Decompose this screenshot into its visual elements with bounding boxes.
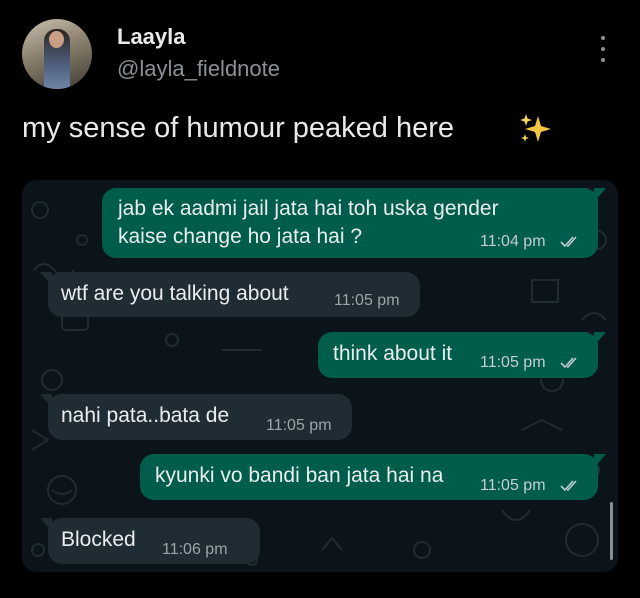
- message-text: kaise change ho jata hai ?: [118, 225, 363, 248]
- tweet-text: my sense of humour peaked here: [22, 112, 455, 144]
- message-time: 11:04 pm: [480, 233, 546, 250]
- read-receipt-icon: [560, 236, 577, 248]
- chat-screenshot: jab ek aadmi jail jata hai toh uska gend…: [22, 180, 618, 572]
- avatar[interactable]: [22, 19, 92, 89]
- message-text: wtf are you talking about: [61, 282, 289, 305]
- message-text: Blocked: [61, 528, 136, 551]
- message-text: kyunki vo bandi ban jata hai na: [155, 464, 444, 487]
- read-receipt-icon: [560, 357, 577, 369]
- message-time: 11:06 pm: [162, 541, 228, 558]
- more-options-icon[interactable]: [598, 36, 608, 62]
- read-receipt-icon: [560, 480, 577, 492]
- author-handle[interactable]: @layla_fieldnote: [117, 56, 280, 82]
- message-outgoing[interactable]: kyunki vo bandi ban jata hai na 11:05 pm: [140, 454, 606, 500]
- chat-scrollbar[interactable]: [610, 502, 613, 560]
- message-time: 11:05 pm: [480, 477, 546, 494]
- sparkles-icon: [520, 114, 551, 142]
- message-outgoing[interactable]: jab ek aadmi jail jata hai toh uska gend…: [102, 188, 606, 258]
- message-incoming[interactable]: wtf are you talking about 11:05 pm: [40, 272, 420, 317]
- message-incoming[interactable]: nahi pata..bata de 11:05 pm: [40, 394, 352, 440]
- message-text: jab ek aadmi jail jata hai toh uska gend…: [118, 197, 499, 220]
- message-text: think about it: [333, 342, 453, 365]
- message-time: 11:05 pm: [334, 292, 400, 309]
- message-time: 11:05 pm: [480, 354, 546, 371]
- avatar-face: [49, 31, 64, 48]
- message-time: 11:05 pm: [266, 417, 332, 434]
- message-outgoing[interactable]: think about it 11:05 pm: [318, 332, 606, 378]
- author-name[interactable]: Laayla: [117, 24, 186, 50]
- message-text: nahi pata..bata de: [61, 404, 230, 427]
- message-incoming[interactable]: Blocked 11:06 pm: [40, 518, 260, 564]
